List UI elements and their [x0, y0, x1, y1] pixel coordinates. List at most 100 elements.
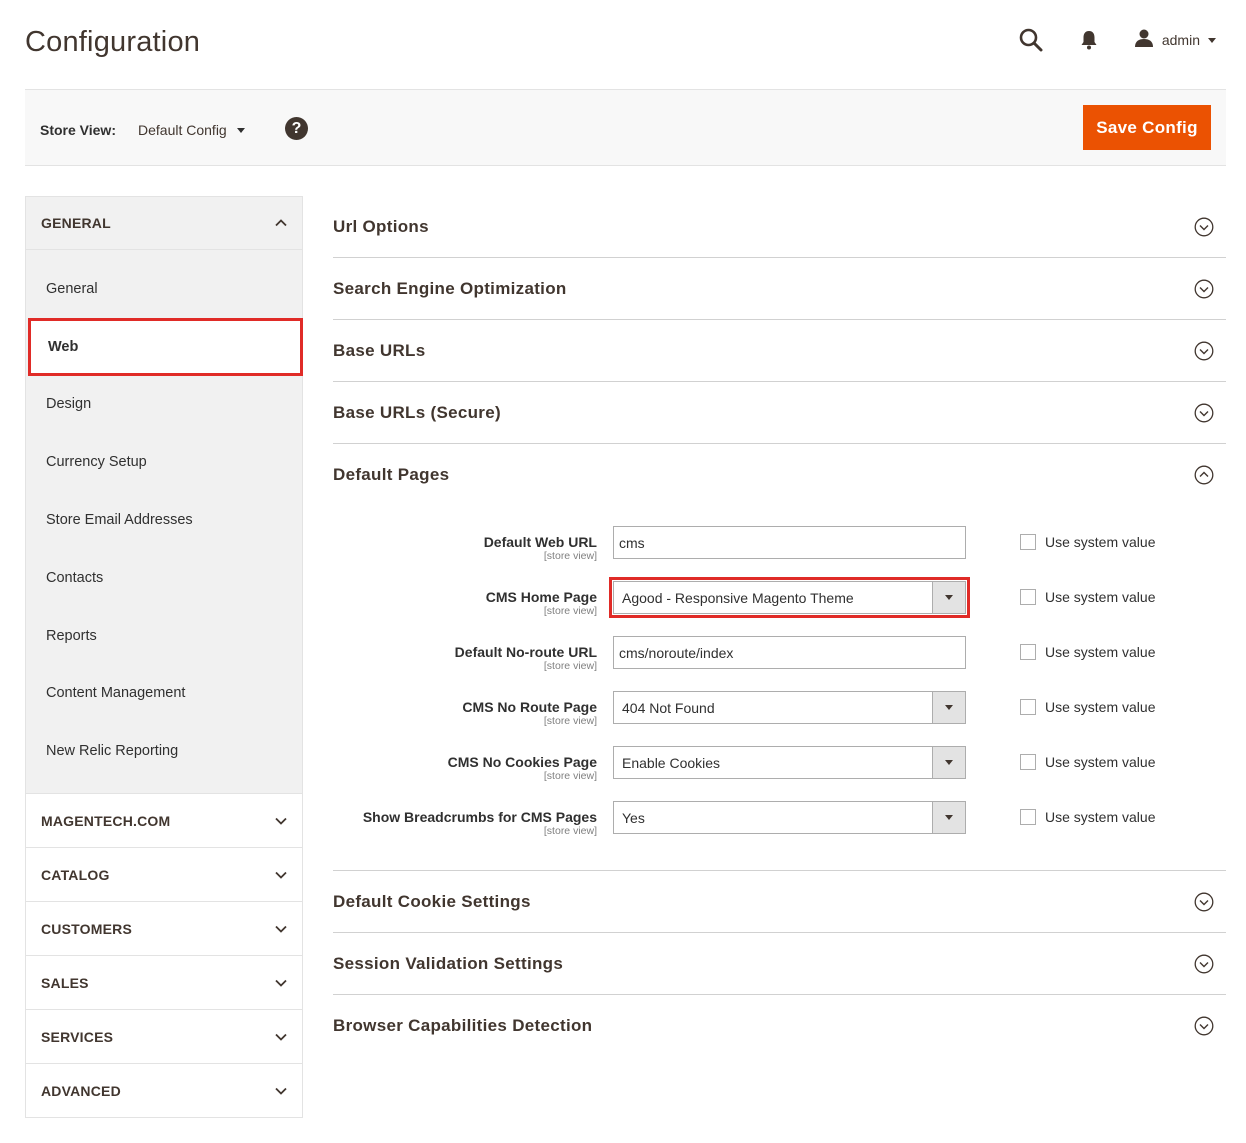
- field-row-default-web-url: Default Web URL [store view] Use system …: [333, 526, 1226, 581]
- checkbox-box[interactable]: [1020, 699, 1036, 715]
- sidebar-item-store-email-addresses[interactable]: Store Email Addresses: [26, 491, 302, 549]
- store-view-bar: Store View: Default Config ? Save Config: [25, 89, 1226, 166]
- checkbox-box[interactable]: [1020, 589, 1036, 605]
- section-customers[interactable]: CUSTOMERS: [25, 901, 303, 956]
- select-value: Yes: [622, 809, 645, 826]
- sidebar-item-contacts[interactable]: Contacts: [26, 549, 302, 607]
- save-config-button[interactable]: Save Config: [1083, 105, 1211, 150]
- section-general[interactable]: GENERAL: [25, 196, 303, 250]
- use-system-value-checkbox[interactable]: Use system value: [1020, 589, 1155, 605]
- chevron-down-icon: [275, 815, 287, 827]
- field-row-cms-no-cookies-page: CMS No Cookies Page [store view] Enable …: [333, 746, 1226, 801]
- field-label-text: CMS Home Page: [485, 589, 597, 605]
- search-icon[interactable]: [1018, 27, 1044, 53]
- sidebar-item-reports[interactable]: Reports: [26, 607, 302, 665]
- group-title: Base URLs: [333, 340, 426, 360]
- group-title: Base URLs (Secure): [333, 402, 501, 422]
- config-main: Url Options Search Engine Optimization B…: [333, 196, 1226, 1057]
- expand-circle-icon: [1194, 954, 1214, 974]
- checkbox-box[interactable]: [1020, 644, 1036, 660]
- field-control: [613, 636, 966, 669]
- dropdown-arrow-icon: [932, 747, 965, 778]
- sidebar-item-currency-setup[interactable]: Currency Setup: [26, 433, 302, 491]
- dropdown-arrow-icon: [932, 692, 965, 723]
- field-label-text: CMS No Cookies Page: [447, 754, 597, 770]
- cms-no-cookies-page-select[interactable]: Enable Cookies: [613, 746, 966, 779]
- chevron-down-icon: [236, 127, 245, 133]
- use-system-value-checkbox[interactable]: Use system value: [1020, 644, 1155, 660]
- field-control: 404 Not Found: [613, 691, 966, 724]
- section-services[interactable]: SERVICES: [25, 1009, 303, 1064]
- group-title: Session Validation Settings: [333, 953, 564, 973]
- sidebar-item-general[interactable]: General: [26, 260, 302, 318]
- show-breadcrumbs-select[interactable]: Yes: [613, 801, 966, 834]
- store-view-switcher[interactable]: Default Config: [138, 122, 245, 138]
- sidebar-item-web[interactable]: Web: [28, 317, 303, 376]
- use-system-value-checkbox[interactable]: Use system value: [1020, 754, 1155, 770]
- field-control: Yes: [613, 801, 966, 834]
- dropdown-arrow-icon: [932, 802, 965, 833]
- field-scope: [store view]: [543, 770, 597, 782]
- group-base-urls[interactable]: Base URLs: [333, 320, 1226, 382]
- field-label: Default Web URL [store view]: [333, 526, 613, 562]
- field-label: Show Breadcrumbs for CMS Pages [store vi…: [333, 801, 613, 837]
- select-value: 404 Not Found: [622, 699, 715, 716]
- cms-no-route-page-select[interactable]: 404 Not Found: [613, 691, 966, 724]
- group-browser-capabilities-detection[interactable]: Browser Capabilities Detection: [333, 995, 1226, 1057]
- group-base-urls-secure[interactable]: Base URLs (Secure): [333, 382, 1226, 444]
- section-catalog[interactable]: CATALOG: [25, 847, 303, 902]
- use-system-value-checkbox[interactable]: Use system value: [1020, 809, 1155, 825]
- notifications-bell-icon[interactable]: [1078, 29, 1100, 51]
- page-title: Configuration: [25, 26, 201, 58]
- field-scope: [store view]: [543, 550, 597, 562]
- sidebar-item-new-relic-reporting[interactable]: New Relic Reporting: [26, 722, 302, 780]
- store-view-selected: Default Config: [138, 122, 227, 138]
- field-label: CMS No Cookies Page [store view]: [333, 746, 613, 782]
- group-title: Search Engine Optimization: [333, 278, 567, 298]
- group-default-pages[interactable]: Default Pages: [333, 444, 1226, 506]
- expand-circle-icon: [1194, 403, 1214, 423]
- field-label: CMS No Route Page [store view]: [333, 691, 613, 727]
- chevron-down-icon: [275, 1031, 287, 1043]
- header-actions: admin: [1018, 24, 1216, 56]
- help-icon[interactable]: ?: [285, 117, 308, 140]
- section-sales[interactable]: SALES: [25, 955, 303, 1010]
- default-no-route-url-input[interactable]: [613, 636, 966, 669]
- sidebar-item-content-management[interactable]: Content Management: [26, 665, 302, 723]
- checkbox-box[interactable]: [1020, 754, 1036, 770]
- field-label-text: CMS No Route Page: [462, 699, 597, 715]
- field-scope: [store view]: [543, 715, 597, 727]
- group-session-validation-settings[interactable]: Session Validation Settings: [333, 933, 1226, 995]
- default-pages-fields: Default Web URL [store view] Use system …: [333, 506, 1226, 871]
- collapsed-sections: MAGENTECH.COM CATALOG CUSTOMERS SALES SE…: [25, 793, 303, 1119]
- group-title: Default Cookie Settings: [333, 891, 531, 911]
- group-title: Default Pages: [333, 465, 450, 484]
- section-magentech[interactable]: MAGENTECH.COM: [25, 793, 303, 848]
- use-system-value-checkbox[interactable]: Use system value: [1020, 699, 1155, 715]
- cms-home-page-select[interactable]: Agood - Responsive Magento Theme: [609, 577, 970, 618]
- user-name: admin: [1161, 32, 1200, 48]
- group-url-options[interactable]: Url Options: [333, 196, 1226, 258]
- section-advanced[interactable]: ADVANCED: [25, 1063, 303, 1118]
- use-system-value-checkbox[interactable]: Use system value: [1020, 534, 1155, 550]
- expand-circle-icon: [1194, 341, 1214, 361]
- field-control: [613, 526, 966, 559]
- section-title: CUSTOMERS: [41, 920, 132, 937]
- user-account-menu[interactable]: admin: [1134, 28, 1216, 53]
- field-scope: [store view]: [543, 825, 597, 837]
- sidebar-item-design[interactable]: Design: [26, 376, 302, 434]
- field-label-text: Default Web URL: [483, 534, 597, 550]
- general-items-list: General Web Design Currency Setup Store …: [25, 250, 303, 794]
- store-view-label: Store View:: [40, 122, 116, 138]
- group-default-cookie-settings[interactable]: Default Cookie Settings: [333, 871, 1226, 933]
- group-title: Url Options: [333, 216, 429, 236]
- checkbox-box[interactable]: [1020, 809, 1036, 825]
- use-system-value-label: Use system value: [1045, 754, 1156, 770]
- group-search-engine-optimization[interactable]: Search Engine Optimization: [333, 258, 1226, 320]
- use-system-value-label: Use system value: [1045, 589, 1156, 605]
- checkbox-box[interactable]: [1020, 534, 1036, 550]
- field-label: Default No-route URL [store view]: [333, 636, 613, 672]
- chevron-down-icon: [1208, 37, 1216, 43]
- expand-circle-icon: [1194, 217, 1214, 237]
- default-web-url-input[interactable]: [613, 526, 966, 559]
